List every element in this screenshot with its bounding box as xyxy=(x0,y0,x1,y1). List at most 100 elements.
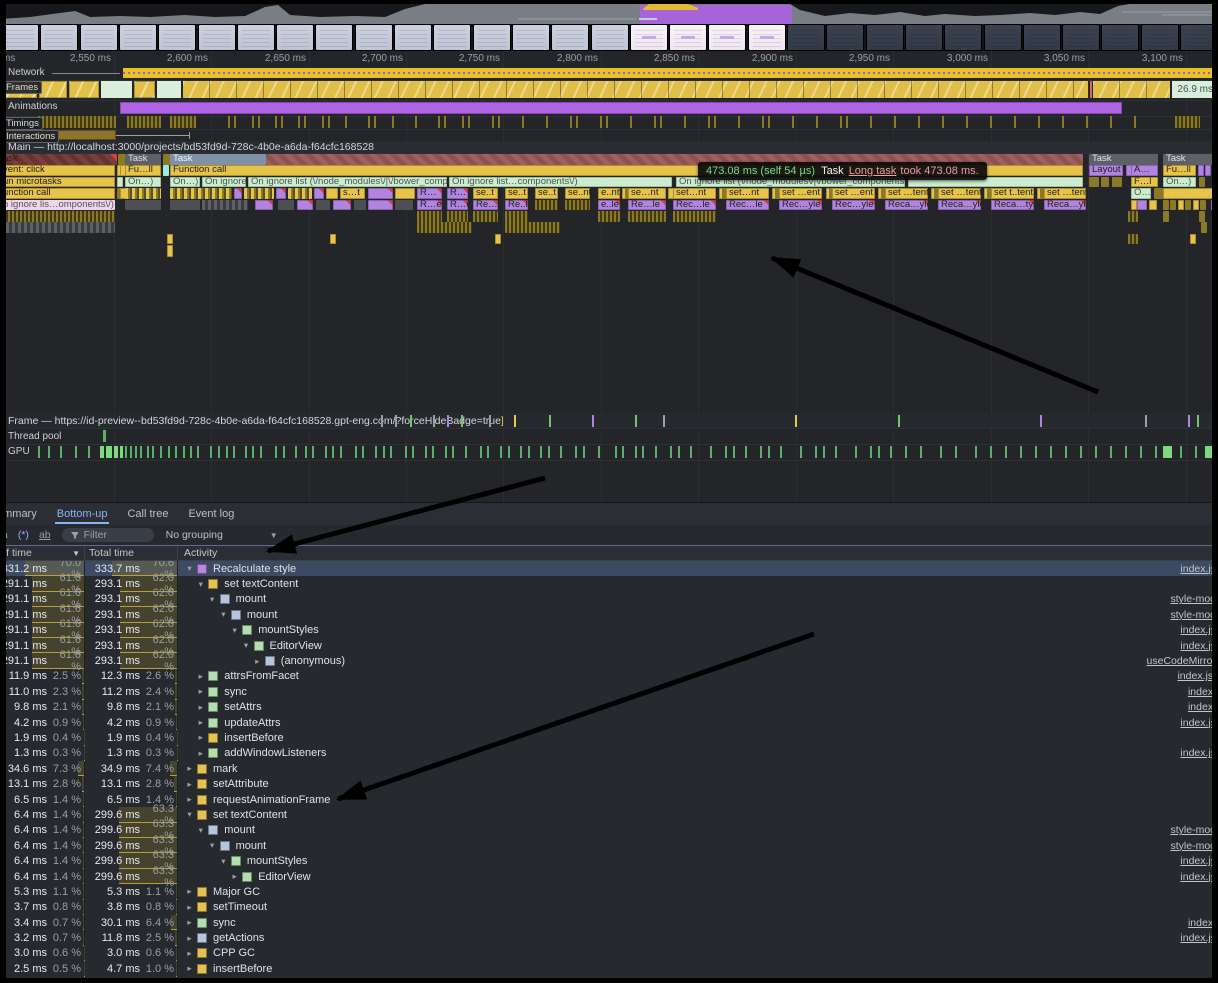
flame-bar[interactable]: Reca…yle xyxy=(938,200,981,211)
table-row[interactable]: 291.1 ms61.6 %293.1 ms62.0 %▾mountstyle-… xyxy=(0,592,1218,607)
flame-bar[interactable] xyxy=(1112,177,1122,188)
frames-track[interactable]: 26.9 ms Frames xyxy=(0,80,1218,101)
column-header-activity[interactable]: Activity xyxy=(178,546,1218,560)
table-row[interactable]: 291.1 ms61.6 %293.1 ms62.0 %▾EditorViewi… xyxy=(0,638,1218,653)
expand-icon[interactable]: ▸ xyxy=(195,732,206,743)
flame-bar[interactable] xyxy=(598,211,620,222)
flame-bar[interactable]: se..t xyxy=(505,188,528,199)
grouping-dropdown[interactable]: No grouping ▼ xyxy=(166,529,278,541)
flame-bar[interactable] xyxy=(368,200,393,211)
tab-call-tree[interactable]: Call tree xyxy=(125,505,170,524)
flame-bar[interactable] xyxy=(117,177,123,188)
filmstrip-thumbnail[interactable] xyxy=(120,25,156,50)
filmstrip-thumbnail[interactable] xyxy=(670,25,706,50)
source-link[interactable]: style-mod xyxy=(1170,609,1216,621)
table-row[interactable]: 6.4 ms1.4 %299.6 ms63.3 %▸EditorViewinde… xyxy=(0,869,1218,884)
column-header-total-time[interactable]: Total time xyxy=(85,546,178,560)
expand-icon[interactable]: ▸ xyxy=(229,871,240,882)
flame-bar[interactable] xyxy=(1201,222,1207,233)
flame-bar[interactable]: set …ent xyxy=(779,188,822,199)
expand-icon[interactable]: ▸ xyxy=(195,671,206,682)
flame-bar[interactable] xyxy=(330,234,336,244)
source-link[interactable]: style-mod xyxy=(1170,840,1216,852)
flame-bar[interactable] xyxy=(417,222,472,233)
flame-bar[interactable] xyxy=(1199,177,1205,188)
flame-bar[interactable]: On ignore list…components\/) xyxy=(449,177,672,188)
flame-bar[interactable] xyxy=(167,234,173,244)
flame-bar[interactable]: Rec…le xyxy=(726,200,769,211)
table-row[interactable]: 1.9 ms0.4 %1.9 ms0.4 %▸insertBefore xyxy=(0,730,1218,745)
filmstrip-thumbnail[interactable] xyxy=(552,25,588,50)
flame-bar[interactable]: Rec…yle xyxy=(779,200,822,211)
frame-duration-badge[interactable]: 26.9 ms xyxy=(1172,81,1218,98)
cpu-overview-minimap[interactable] xyxy=(0,0,1218,24)
filmstrip-thumbnail[interactable] xyxy=(238,25,274,50)
main-thread-header[interactable]: Main — http://localhost:3000/projects/bd… xyxy=(0,141,1218,154)
collapse-icon[interactable]: ▾ xyxy=(241,640,252,651)
collapse-icon[interactable]: ▾ xyxy=(184,809,195,820)
frame-track-header[interactable]: Frame — https://id-preview--bd53fd9d-728… xyxy=(0,413,1218,429)
flame-bar[interactable] xyxy=(447,211,468,222)
frame-block[interactable] xyxy=(157,81,181,98)
flame-bar[interactable] xyxy=(314,188,324,199)
flame-bar[interactable]: n ignore lis…omponents\/) xyxy=(0,200,115,211)
source-link[interactable]: index.js xyxy=(1180,563,1216,575)
flame-bar[interactable]: set …tent xyxy=(938,188,981,199)
tab-bottom-up[interactable]: Bottom-up xyxy=(55,505,110,524)
frame-block[interactable] xyxy=(134,81,155,98)
flame-bar[interactable]: Task xyxy=(1163,154,1218,165)
expand-icon[interactable]: ▸ xyxy=(184,763,195,774)
flame-bar[interactable]: unction call xyxy=(0,188,115,199)
table-row[interactable]: 11.9 ms2.5 %12.3 ms2.6 %▸attrsFromFaceti… xyxy=(0,669,1218,684)
flame-bar[interactable] xyxy=(0,222,115,233)
flame-bar[interactable] xyxy=(565,200,590,211)
flame-bar[interactable] xyxy=(167,245,173,257)
flame-bar[interactable]: A… xyxy=(1131,165,1158,176)
table-row[interactable]: 3.2 ms0.7 %11.8 ms2.5 %▸getActionsindex.… xyxy=(0,930,1218,945)
flame-bar[interactable]: Reca…yle xyxy=(1044,200,1086,211)
source-link[interactable]: index.js xyxy=(1180,717,1216,729)
flame-bar[interactable]: set…nt xyxy=(673,188,716,199)
expand-icon[interactable]: ▸ xyxy=(195,702,206,713)
filmstrip-thumbnail[interactable] xyxy=(867,25,903,50)
filmstrip-thumbnail[interactable] xyxy=(1102,25,1138,50)
filmstrip-thumbnail[interactable] xyxy=(474,25,510,50)
flame-bar[interactable] xyxy=(473,211,498,222)
filmstrip-thumbnail[interactable] xyxy=(592,25,628,50)
flame-bar[interactable]: Re…e xyxy=(473,200,498,211)
flame-bar[interactable] xyxy=(1163,188,1218,199)
flame-bar[interactable]: set …tent xyxy=(1044,188,1086,199)
timings-track[interactable]: Timings xyxy=(0,116,1218,130)
flame-bar[interactable] xyxy=(628,211,666,222)
flame-bar[interactable] xyxy=(288,188,312,199)
flame-bar[interactable] xyxy=(1211,200,1217,211)
expand-icon[interactable]: ▸ xyxy=(195,717,206,728)
flame-bar[interactable] xyxy=(0,211,115,222)
flame-bar[interactable] xyxy=(1205,165,1211,176)
flame-bar[interactable]: e..le xyxy=(598,200,620,211)
flame-bar[interactable] xyxy=(1185,200,1191,211)
flame-bar[interactable]: Fu…ll xyxy=(1163,165,1196,176)
filmstrip-thumbnail[interactable] xyxy=(906,25,942,50)
flame-bar[interactable]: Reca…tyle xyxy=(991,200,1034,211)
filmstrip-thumbnail[interactable] xyxy=(81,25,117,50)
filmstrip-thumbnail[interactable] xyxy=(277,25,313,50)
filmstrip-thumbnail[interactable] xyxy=(159,25,195,50)
filmstrip-thumbnail[interactable] xyxy=(356,25,392,50)
table-row[interactable]: 6.4 ms1.4 %299.6 ms63.3 %▾mountstyle-mod xyxy=(0,838,1218,853)
source-link[interactable]: index.js xyxy=(1180,747,1216,759)
frame-block[interactable] xyxy=(1090,81,1092,98)
expand-icon[interactable]: ▸ xyxy=(252,656,263,667)
table-row[interactable]: 331.2 ms70.0 %333.7 ms70.6 %▾Recalculate… xyxy=(0,561,1218,576)
flame-bar[interactable]: set …ent xyxy=(832,188,875,199)
network-request-bar[interactable] xyxy=(123,68,1218,78)
filmstrip-thumbnail[interactable] xyxy=(985,25,1021,50)
filmstrip-thumbnail[interactable] xyxy=(199,25,235,50)
flame-bar[interactable] xyxy=(1193,200,1199,211)
screenshot-filmstrip[interactable] xyxy=(0,24,1218,51)
flame-bar[interactable]: Re…le xyxy=(628,200,666,211)
flame-bar[interactable] xyxy=(1101,177,1109,188)
expand-icon[interactable]: ▸ xyxy=(184,933,195,944)
expand-icon[interactable]: ▸ xyxy=(184,917,195,928)
expand-icon[interactable]: ▸ xyxy=(184,963,195,974)
